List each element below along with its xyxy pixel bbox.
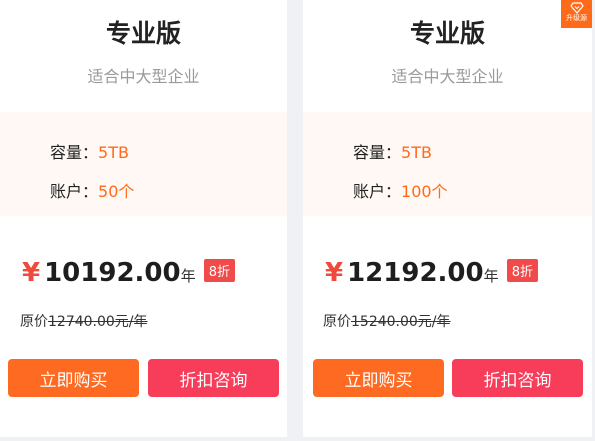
spec-value: 50个 — [98, 182, 135, 201]
spec-capacity: 容量：5TB — [50, 139, 129, 163]
spec-value: 5TB — [401, 143, 432, 162]
diamond-heart-icon — [569, 2, 584, 14]
price-amount: 10192.00 — [44, 258, 181, 288]
original-price-value: 12740.00元/年 — [48, 314, 148, 330]
buy-now-button[interactable]: 立即购买 — [8, 359, 139, 397]
discount-badge: 8折 — [203, 259, 235, 282]
original-price-label: 原价 — [323, 314, 351, 330]
plan-subtitle: 适合中大型企业 — [87, 67, 200, 86]
original-price-value: 15240.00元/年 — [351, 314, 451, 330]
plan-subtitle: 适合中大型企业 — [391, 67, 504, 86]
discount-consult-button[interactable]: 折扣咨询 — [452, 359, 583, 397]
spec-label: 账户： — [50, 182, 99, 201]
plan-title: 专业版 — [409, 19, 485, 48]
discount-consult-button[interactable]: 折扣咨询 — [148, 359, 279, 397]
currency-symbol: ¥ — [22, 258, 41, 288]
spec-label: 容量： — [353, 143, 402, 162]
discount-badge: 8折 — [506, 259, 538, 282]
spec-value: 100个 — [401, 182, 448, 201]
spec-capacity: 容量：5TB — [353, 139, 432, 163]
price-amount: 12192.00 — [347, 258, 484, 288]
spec-panel: 容量：5TB 账户：100个 — [303, 112, 592, 216]
spec-label: 容量： — [50, 143, 99, 162]
plan-title: 专业版 — [105, 19, 181, 48]
spec-panel: 容量：5TB 账户：50个 — [0, 112, 287, 216]
price-row: ¥10192.00年 8折 — [22, 258, 235, 288]
price-unit: 年 — [180, 267, 196, 285]
spec-label: 账户： — [353, 182, 402, 201]
currency-symbol: ¥ — [325, 258, 344, 288]
buy-now-button[interactable]: 立即购买 — [313, 359, 444, 397]
price-row: ¥12192.00年 8折 — [325, 258, 538, 288]
original-price-label: 原价 — [20, 314, 48, 330]
original-price: 原价12740.00元/年 — [20, 311, 148, 331]
original-price: 原价15240.00元/年 — [323, 311, 451, 331]
spec-value: 5TB — [98, 143, 129, 162]
plan-card-1: 专业版 适合中大型企业 容量：5TB 账户：50个 ¥10192.00年 8折 … — [0, 0, 287, 437]
price-unit: 年 — [483, 267, 499, 285]
plan-card-2: 升级源 专业版 适合中大型企业 容量：5TB 账户：100个 ¥12192.00… — [303, 0, 592, 437]
spec-accounts: 账户：100个 — [353, 178, 448, 202]
spec-accounts: 账户：50个 — [50, 178, 134, 202]
